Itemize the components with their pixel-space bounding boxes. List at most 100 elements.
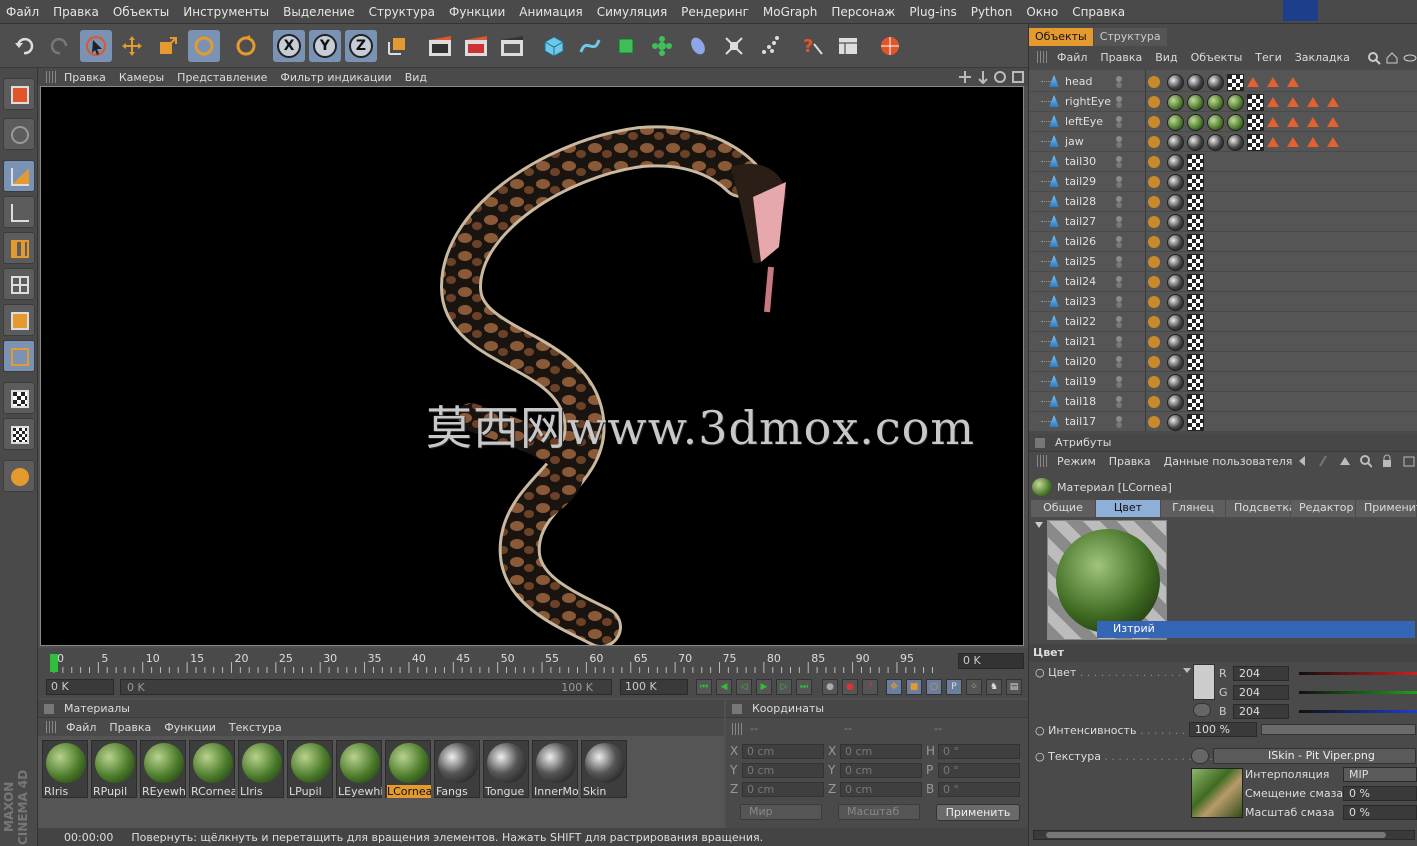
material-tag-icon[interactable] [1187, 373, 1204, 391]
polygons-mode-icon[interactable] [3, 382, 35, 414]
pan-view-icon[interactable] [958, 70, 972, 84]
ik-tag-icon[interactable] [1327, 137, 1339, 147]
coord-size-field[interactable]: 0 cm [840, 744, 922, 759]
material-tag-icon[interactable] [1207, 73, 1224, 91]
material-tag-icon[interactable] [1167, 253, 1184, 271]
object-row[interactable]: tail24 [1029, 272, 1417, 292]
viewport-menu-item[interactable]: Правка [64, 71, 106, 84]
object-name[interactable]: tail24 [1065, 275, 1096, 288]
phong-tag-icon[interactable] [1148, 176, 1160, 188]
objects-menu-item[interactable]: Файл [1057, 51, 1087, 64]
material-tag-icon[interactable] [1187, 313, 1204, 331]
menu-item[interactable]: Справка [1072, 5, 1125, 19]
phong-tag-icon[interactable] [1148, 116, 1160, 128]
cube-icon[interactable] [538, 30, 570, 62]
start-frame-field[interactable]: 0 K [46, 679, 114, 695]
object-row[interactable]: jaw [1029, 132, 1417, 152]
material-tag-icon[interactable] [1187, 293, 1204, 311]
object-row[interactable]: tail27 [1029, 212, 1417, 232]
coord-position-field[interactable]: 0 cm [742, 744, 824, 759]
object-name[interactable]: tail18 [1065, 395, 1096, 408]
material-swatch[interactable]: LCornea [385, 740, 431, 798]
material-tag-icon[interactable] [1167, 73, 1184, 91]
color-dropdown-arrow-icon[interactable] [1183, 668, 1191, 673]
previous-key-icon[interactable]: ◀ [716, 679, 732, 695]
menu-item[interactable]: Окно [1026, 5, 1058, 19]
object-row[interactable]: leftEye [1029, 112, 1417, 132]
viewport-menu-item[interactable]: Вид [405, 71, 427, 84]
attribute-tab[interactable]: Цвет [1096, 500, 1160, 517]
visibility-dots-icon[interactable] [1116, 116, 1130, 128]
object-name[interactable]: tail23 [1065, 295, 1096, 308]
material-swatch[interactable]: RPupil [91, 740, 137, 798]
play-icon[interactable]: ▶ [756, 679, 772, 695]
keyframe-selection-icon[interactable]: ? [862, 679, 878, 695]
visibility-dots-icon[interactable] [1116, 376, 1130, 388]
rotate-icon[interactable] [188, 30, 220, 62]
search-icon[interactable] [1367, 51, 1381, 65]
material-tag-icon[interactable] [1227, 93, 1244, 111]
panel-toggle-icon[interactable] [44, 703, 54, 714]
phong-tag-icon[interactable] [1148, 196, 1160, 208]
help-icon[interactable]: ? [796, 30, 828, 62]
ik-tag-icon[interactable] [1287, 97, 1299, 107]
rotation-key-icon[interactable]: ○ [926, 679, 942, 695]
home-icon[interactable] [1385, 51, 1399, 65]
object-row[interactable]: tail22 [1029, 312, 1417, 332]
menu-item[interactable]: Правка [53, 5, 99, 19]
material-tag-icon[interactable] [1167, 373, 1184, 391]
up-arrow-icon[interactable] [1338, 454, 1351, 468]
phong-tag-icon[interactable] [1148, 396, 1160, 408]
phong-tag-icon[interactable] [1148, 156, 1160, 168]
object-row[interactable]: tail21 [1029, 332, 1417, 352]
go-to-end-icon[interactable]: ⏭ [796, 679, 812, 695]
recent-tool-icon[interactable] [230, 30, 262, 62]
maximize-view-icon[interactable] [1011, 70, 1025, 84]
material-tag-icon[interactable] [1187, 233, 1204, 251]
object-name[interactable]: tail20 [1065, 355, 1096, 368]
next-frame-icon[interactable]: ▷ [776, 679, 792, 695]
visibility-dots-icon[interactable] [1116, 336, 1130, 348]
material-tag-icon[interactable] [1207, 93, 1224, 111]
phong-tag-icon[interactable] [1148, 216, 1160, 228]
collapse-arrow-icon[interactable] [1035, 522, 1043, 528]
objects-menu-item[interactable]: Теги [1255, 51, 1281, 64]
menu-item[interactable]: Рендеринг [681, 5, 749, 19]
object-name[interactable]: tail28 [1065, 195, 1096, 208]
object-name[interactable]: tail30 [1065, 155, 1096, 168]
current-frame-field[interactable]: 0 K [958, 653, 1024, 669]
material-tag-icon[interactable] [1247, 113, 1264, 131]
x-axis-lock-button[interactable]: X [273, 30, 305, 62]
scrollbar-thumb[interactable] [1046, 832, 1386, 838]
intensity-field[interactable]: 100 % [1189, 722, 1257, 737]
object-name[interactable]: tail17 [1065, 415, 1096, 428]
material-swatch[interactable]: InnerMo [532, 740, 578, 798]
edges-mode-icon[interactable] [3, 340, 35, 372]
object-name[interactable]: tail19 [1065, 375, 1096, 388]
ik-tag-icon[interactable] [1287, 137, 1299, 147]
material-tag-icon[interactable] [1167, 153, 1184, 171]
timeline-playhead[interactable] [50, 654, 58, 672]
frame-range-slider[interactable]: 0 K 100 K [120, 679, 612, 695]
menu-item[interactable]: Персонаж [831, 5, 895, 19]
objects-menu-item[interactable]: Объекты [1191, 51, 1243, 64]
coord-position-field[interactable]: 0 cm [742, 763, 824, 778]
b-field[interactable]: 204 [1233, 703, 1289, 719]
material-tag-icon[interactable] [1187, 273, 1204, 291]
panel-grip[interactable] [1037, 51, 1047, 63]
material-tag-icon[interactable] [1167, 113, 1184, 131]
material-swatch[interactable]: Tongue [483, 740, 529, 798]
phong-tag-icon[interactable] [1148, 296, 1160, 308]
lock-icon[interactable] [1380, 454, 1393, 468]
panel-grip[interactable] [732, 723, 742, 735]
material-tag-icon[interactable] [1227, 133, 1244, 151]
attribute-tab[interactable]: Общие [1031, 500, 1095, 517]
material-tag-icon[interactable] [1187, 213, 1204, 231]
material-tag-icon[interactable] [1187, 333, 1204, 351]
material-tag-icon[interactable] [1187, 73, 1204, 91]
search-icon[interactable] [1359, 454, 1373, 468]
record-keys-icon[interactable]: ● [822, 679, 838, 695]
point-level-key-icon[interactable]: ⁘ [966, 679, 982, 695]
texture-file-button[interactable]: ISkin - Pit Viper.png [1213, 748, 1416, 764]
g-slider[interactable] [1299, 691, 1417, 694]
